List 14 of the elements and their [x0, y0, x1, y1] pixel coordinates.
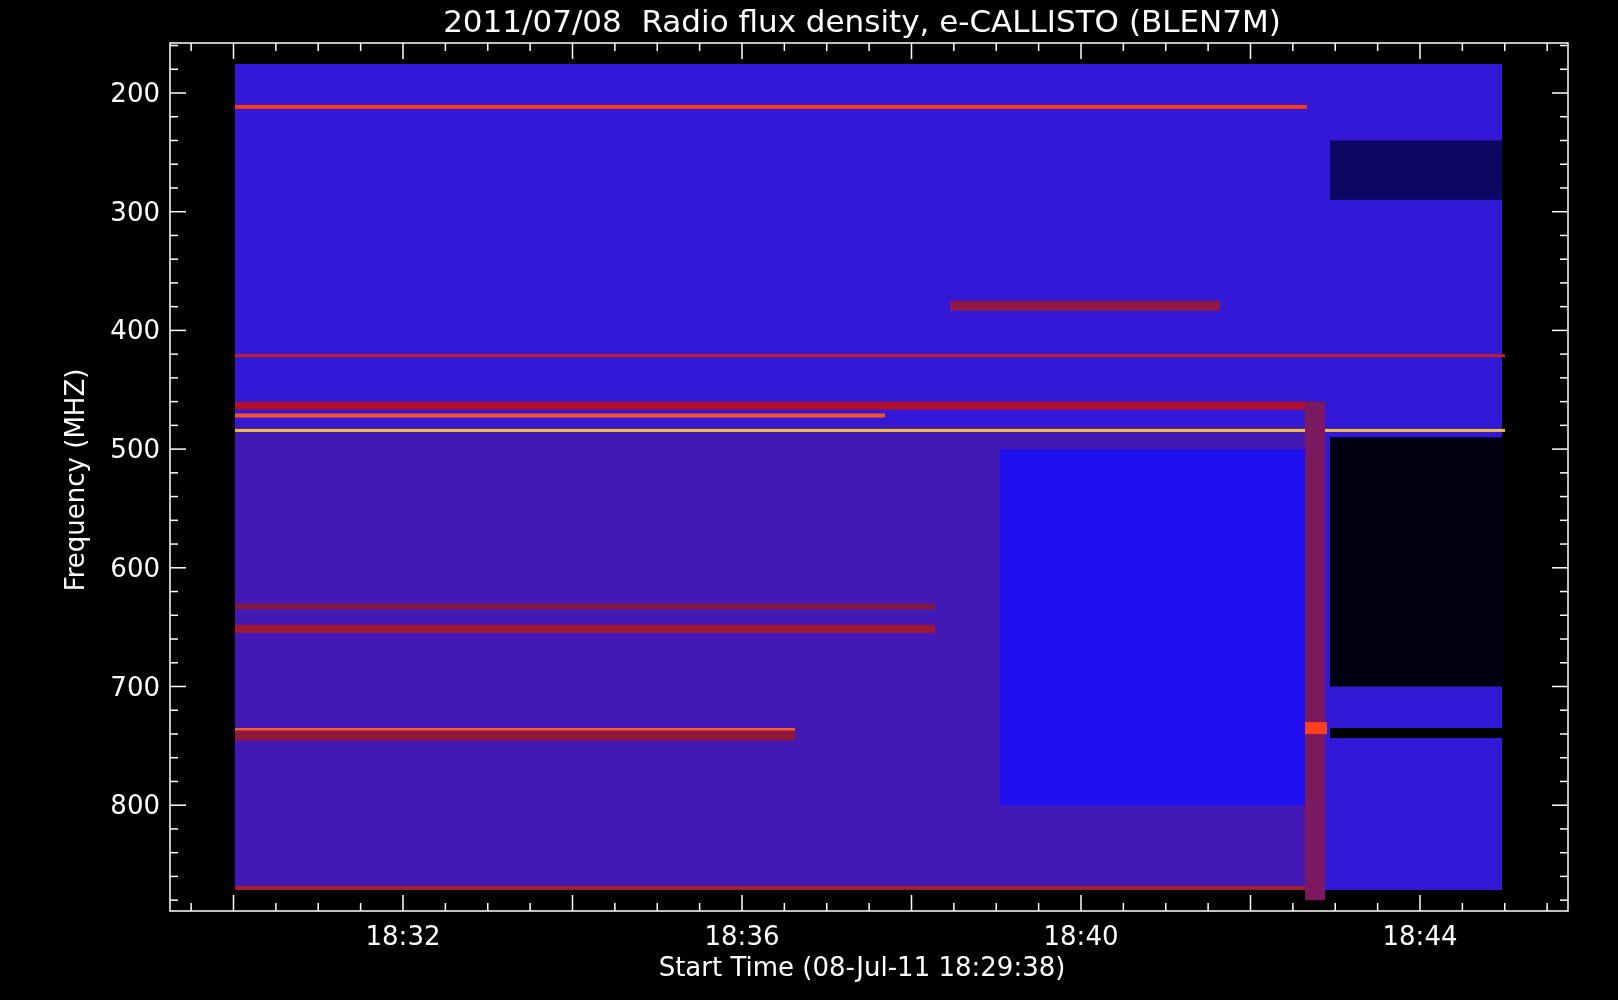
y-tick-label: 400 [110, 315, 160, 346]
x-tick-label: 18:40 [1043, 921, 1119, 951]
y-tick-label: 600 [110, 552, 160, 583]
y-tick-label: 200 [110, 78, 160, 108]
y-tick-label: 800 [110, 790, 160, 821]
x-tick-label: 18:44 [1382, 921, 1458, 951]
y-tick-label: 700 [110, 671, 160, 702]
x-axis-label: Start Time (08-Jul-11 18:29:38) [658, 952, 1066, 982]
y-tick-label: 500 [110, 434, 160, 465]
chart-title: 2011/07/08 Radio flux density, e-CALLISTO (BLEN7M) [443, 3, 1281, 39]
x-tick-label: 18:32 [365, 921, 441, 951]
y-tick-label: 300 [110, 196, 160, 227]
y-axis-label: Frequency (MHZ) [60, 368, 90, 592]
x-tick-label: 18:36 [704, 921, 780, 951]
